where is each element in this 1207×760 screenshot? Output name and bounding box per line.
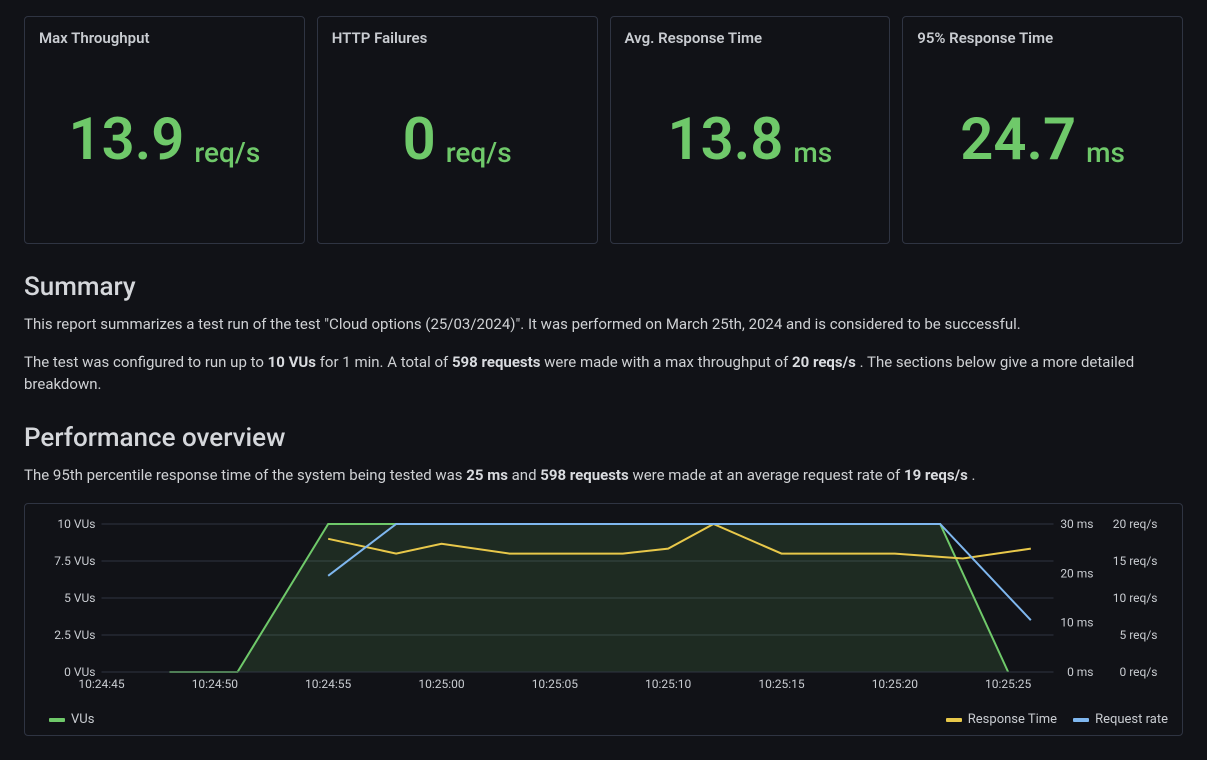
card-title: Max Throughput [39,29,290,47]
svg-text:5 VUs: 5 VUs [64,591,95,605]
card-title: Avg. Response Time [625,29,876,47]
card-value: 13.9 [69,111,185,169]
svg-text:10 req/s: 10 req/s [1113,591,1158,605]
svg-text:2.5 VUs: 2.5 VUs [54,628,95,642]
svg-text:10:24:45: 10:24:45 [78,677,125,691]
legend-swatch [1073,718,1089,722]
card-http-failures: HTTP Failures 0 req/s [317,16,598,244]
card-value: 24.7 [960,111,1076,169]
legend-item-response-time[interactable]: Response Time [946,712,1057,727]
summary-line-1: This report summarizes a test run of the… [24,314,1183,336]
card-title: 95% Response Time [917,29,1168,47]
card-unit: req/s [446,136,512,169]
svg-text:10:25:25: 10:25:25 [985,677,1032,691]
card-title: HTTP Failures [332,29,583,47]
svg-text:5 req/s: 5 req/s [1119,628,1157,642]
svg-text:10:24:50: 10:24:50 [192,677,239,691]
performance-chart[interactable]: 0 VUs2.5 VUs5 VUs7.5 VUs10 VUs0 ms10 ms2… [31,514,1176,704]
chart-legend: VUs Response Time Request rate [31,708,1176,729]
performance-chart-panel: 0 VUs2.5 VUs5 VUs7.5 VUs10 VUs0 ms10 ms2… [24,503,1183,736]
card-value: 13.8 [668,111,784,169]
svg-text:20 req/s: 20 req/s [1113,517,1158,531]
svg-text:10 VUs: 10 VUs [57,517,95,531]
legend-swatch [946,718,962,722]
card-max-throughput: Max Throughput 13.9 req/s [24,16,305,244]
card-95-response-time: 95% Response Time 24.7 ms [902,16,1183,244]
legend-swatch [49,718,65,722]
card-unit: ms [1086,136,1125,169]
card-avg-response-time: Avg. Response Time 13.8 ms [610,16,891,244]
svg-text:10:25:05: 10:25:05 [532,677,579,691]
svg-text:20 ms: 20 ms [1060,566,1093,580]
metric-cards: Max Throughput 13.9 req/s HTTP Failures … [24,16,1183,244]
summary-title: Summary [24,272,1183,302]
svg-text:10:25:10: 10:25:10 [645,677,692,691]
svg-text:10:25:20: 10:25:20 [872,677,919,691]
card-unit: req/s [194,136,260,169]
svg-text:10 ms: 10 ms [1060,616,1093,630]
performance-overview-title: Performance overview [24,423,1183,453]
svg-text:0 ms: 0 ms [1067,665,1093,679]
svg-text:7.5 VUs: 7.5 VUs [54,554,95,568]
svg-text:10:24:55: 10:24:55 [305,677,352,691]
card-value: 0 [403,111,436,169]
svg-text:30 ms: 30 ms [1060,517,1093,531]
svg-text:0 req/s: 0 req/s [1119,665,1157,679]
summary-line-2: The test was configured to run up to 10 … [24,352,1183,396]
legend-item-request-rate[interactable]: Request rate [1073,712,1168,727]
legend-item-vus[interactable]: VUs [49,712,94,727]
svg-text:10:25:15: 10:25:15 [758,677,805,691]
svg-text:10:25:00: 10:25:00 [418,677,465,691]
performance-line: The 95th percentile response time of the… [24,465,1183,487]
card-unit: ms [793,136,832,169]
svg-text:15 req/s: 15 req/s [1113,554,1158,568]
